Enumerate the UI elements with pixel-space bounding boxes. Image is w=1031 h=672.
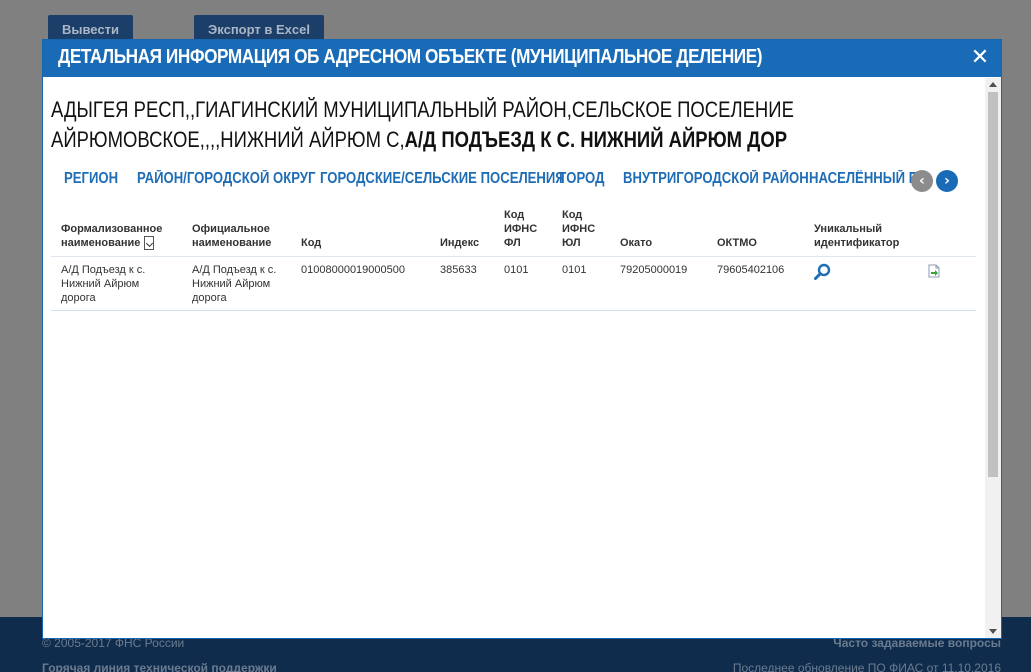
cell-code: 01008000019000500 <box>301 264 406 276</box>
chevron-right-icon[interactable]: › <box>936 170 958 192</box>
col-official-name: Официальное наименование <box>192 223 272 249</box>
address-object-name: А/Д ПОДЪЕЗД К С. НИЖНИЙ АЙРЮМ ДОР <box>404 127 788 152</box>
col-ifns-fl: Код ИФНС ФЛ <box>504 209 538 249</box>
tab-intracity-district[interactable]: ВНУТРИГОРОДСКОЙ РАЙОН <box>623 170 809 188</box>
export-document-icon[interactable] <box>927 264 941 283</box>
scroll-up-arrow-icon[interactable] <box>989 82 997 87</box>
col-unique-id: Уникальный идентификатор <box>814 223 900 249</box>
close-icon[interactable]: ✕ <box>969 46 991 68</box>
col-okato: Окато <box>620 237 653 249</box>
modal-header: ДЕТАЛЬНАЯ ИНФОРМАЦИЯ ОБ АДРЕСНОМ ОБЪЕКТЕ… <box>43 40 1001 77</box>
cell-ifns-ul: 0101 <box>562 264 587 276</box>
sort-icon[interactable] <box>144 236 155 250</box>
object-table: Формализованное наименование Официальное… <box>51 205 976 311</box>
modal-title: ДЕТАЛЬНАЯ ИНФОРМАЦИЯ ОБ АДРЕСНОМ ОБЪЕКТЕ… <box>58 46 763 68</box>
col-oktmo: ОКТМО <box>717 237 757 249</box>
tab-settlements[interactable]: ГОРОДСКИЕ/СЕЛЬСКИЕ ПОСЕЛЕНИЯ <box>320 170 565 188</box>
detail-modal: ДЕТАЛЬНАЯ ИНФОРМАЦИЯ ОБ АДРЕСНОМ ОБЪЕКТЕ… <box>42 39 1002 639</box>
scroll-down-arrow-icon[interactable] <box>989 629 997 634</box>
cell-index: 385633 <box>440 264 477 276</box>
chevron-left-icon[interactable]: ‹ <box>911 170 933 192</box>
tab-city[interactable]: ГОРОД <box>559 170 604 188</box>
cell-official-name: А/Д Подъезд к с. Нижний Айрюм дорога <box>192 264 277 304</box>
cell-okato: 79205000019 <box>620 264 688 276</box>
search-icon[interactable] <box>814 263 831 285</box>
cell-formal-name: А/Д Подъезд к с. Нижний Айрюм дорога <box>61 264 146 304</box>
tab-region[interactable]: РЕГИОН <box>64 170 118 188</box>
col-ifns-ul: Код ИФНС ЮЛ <box>562 209 596 249</box>
tab-district[interactable]: РАЙОН/ГОРОДСКОЙ ОКРУГ <box>137 170 315 188</box>
last-update-text: Последнее обновление ПО ФИАС от 11.10.20… <box>732 661 1001 672</box>
col-formal-name[interactable]: Формализованное наименование <box>61 222 176 250</box>
scroll-thumb[interactable] <box>988 92 998 477</box>
level-tabs: РЕГИОН РАЙОН/ГОРОДСКОЙ ОКРУГ ГОРОДСКИЕ/С… <box>43 170 963 196</box>
tab-locality[interactable]: НАСЕЛЁННЫЙ ПУ <box>809 170 926 188</box>
cell-oktmo: 79605402106 <box>717 264 785 276</box>
modal-scrollbar[interactable] <box>985 78 1001 638</box>
table-row[interactable]: А/Д Подъезд к с. Нижний Айрюм дорога А/Д… <box>51 257 976 311</box>
hotline-text: Горячая линия технической поддержки <box>42 661 277 672</box>
col-index: Индекс <box>440 237 480 249</box>
cell-ifns-fl: 0101 <box>504 264 529 276</box>
address-full: АДЫГЕЯ РЕСП,,ГИАГИНСКИЙ МУНИЦИПАЛЬНЫЙ РА… <box>51 95 967 155</box>
table-header: Формализованное наименование Официальное… <box>51 205 976 257</box>
col-code: Код <box>301 237 322 249</box>
